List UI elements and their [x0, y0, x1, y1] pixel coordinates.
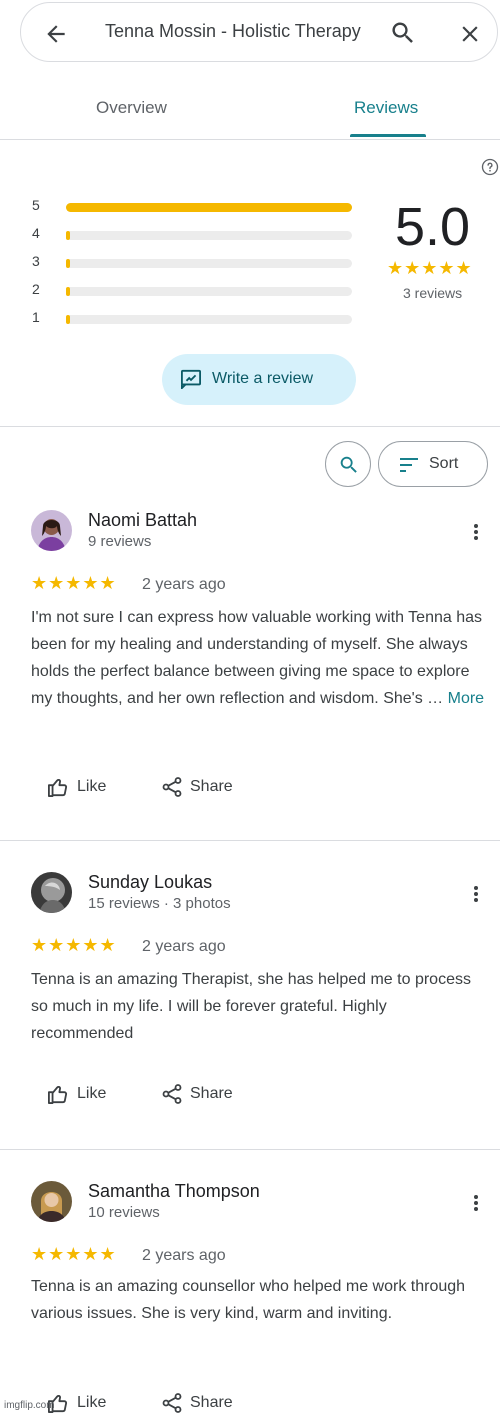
review-body: I'm not sure I can express how valuable …	[31, 609, 482, 707]
rating-label: 5	[32, 197, 40, 213]
reviewer-meta: 15 reviews · 3 photos	[88, 895, 231, 912]
more-options-icon[interactable]	[470, 1193, 482, 1213]
rating-track	[66, 315, 352, 324]
rating-bar-3: 3	[32, 253, 362, 273]
rating-track	[66, 203, 352, 212]
write-review-button[interactable]: Write a review	[162, 354, 356, 405]
divider	[0, 840, 500, 841]
divider	[0, 1149, 500, 1150]
like-label: Like	[77, 778, 107, 795]
rating-fill	[66, 287, 70, 296]
reviewer-meta: 10 reviews	[88, 1204, 160, 1221]
search-icon[interactable]	[389, 19, 417, 47]
divider	[0, 426, 500, 427]
search-bar[interactable]: Tenna Mossin - Holistic Therapy	[20, 2, 498, 62]
share-icon	[162, 1084, 182, 1104]
rating-fill	[66, 315, 70, 324]
sort-label: Sort	[429, 455, 459, 472]
review-date: 2 years ago	[142, 1247, 226, 1264]
reviewer-name[interactable]: Sunday Loukas	[88, 872, 212, 893]
reviewer-name[interactable]: Naomi Battah	[88, 510, 197, 531]
share-button[interactable]: Share	[162, 777, 233, 797]
close-icon[interactable]	[457, 21, 483, 47]
rating-track	[66, 231, 352, 240]
watermark: imgflip.com	[4, 1400, 55, 1411]
rating-fill	[66, 203, 352, 212]
write-review-icon	[181, 369, 201, 389]
back-arrow-icon[interactable]	[43, 21, 69, 47]
tab-bar: Overview Reviews	[0, 88, 500, 140]
average-rating: 5.0	[395, 197, 471, 257]
rating-label: 4	[32, 225, 40, 241]
average-stars: ★★★★★	[387, 258, 473, 278]
thumbs-up-icon	[48, 779, 68, 797]
like-button[interactable]: Like	[47, 1393, 106, 1413]
share-button[interactable]: Share	[162, 1084, 233, 1104]
avatar[interactable]	[31, 1181, 72, 1222]
review-date: 2 years ago	[142, 576, 226, 593]
rating-label: 3	[32, 253, 40, 269]
like-button[interactable]: Like	[47, 777, 106, 797]
rating-fill	[66, 259, 70, 268]
rating-fill	[66, 231, 70, 240]
more-link[interactable]: More	[448, 690, 484, 707]
share-button[interactable]: Share	[162, 1393, 233, 1413]
share-icon	[162, 1393, 182, 1413]
review-stars: ★★★★★	[31, 935, 117, 955]
review-count: 3 reviews	[403, 285, 463, 301]
help-icon[interactable]	[481, 158, 499, 176]
rating-label: 1	[32, 309, 40, 325]
like-button[interactable]: Like	[47, 1084, 106, 1104]
reviewer-name[interactable]: Samantha Thompson	[88, 1181, 260, 1202]
share-label: Share	[190, 778, 233, 795]
review-text: I'm not sure I can express how valuable …	[31, 604, 491, 712]
search-reviews-button[interactable]	[325, 441, 371, 487]
review-stars: ★★★★★	[31, 573, 117, 593]
rating-bar-1: 1	[32, 309, 362, 329]
share-label: Share	[190, 1394, 233, 1411]
review-date: 2 years ago	[142, 938, 226, 955]
rating-track	[66, 259, 352, 268]
share-label: Share	[190, 1085, 233, 1102]
review-text: Tenna is an amazing counsellor who helpe…	[31, 1278, 466, 1322]
search-icon	[340, 456, 357, 473]
reviewer-meta: 9 reviews	[88, 533, 152, 550]
like-label: Like	[77, 1394, 107, 1411]
review-text: Tenna is an amazing Therapist, she has h…	[31, 971, 471, 1042]
tab-reviews[interactable]: Reviews	[354, 98, 418, 118]
rating-label: 2	[32, 281, 40, 297]
rating-bar-4: 4	[32, 225, 362, 245]
share-icon	[162, 777, 182, 797]
sort-icon	[400, 458, 418, 472]
avatar[interactable]	[31, 872, 72, 913]
tab-overview[interactable]: Overview	[96, 98, 167, 118]
rating-bar-2: 2	[32, 281, 362, 301]
divider	[0, 139, 500, 140]
rating-track	[66, 287, 352, 296]
avatar[interactable]	[31, 510, 72, 551]
rating-bar-5: 5	[32, 197, 362, 217]
review-stars: ★★★★★	[31, 1244, 117, 1264]
thumbs-up-icon	[48, 1086, 68, 1104]
like-label: Like	[77, 1085, 107, 1102]
more-options-icon[interactable]	[470, 522, 482, 542]
more-options-icon[interactable]	[470, 884, 482, 904]
sort-button[interactable]: Sort	[378, 441, 488, 487]
write-review-label: Write a review	[212, 370, 314, 387]
search-input[interactable]: Tenna Mossin - Holistic Therapy	[105, 21, 367, 42]
active-tab-indicator	[350, 134, 426, 137]
